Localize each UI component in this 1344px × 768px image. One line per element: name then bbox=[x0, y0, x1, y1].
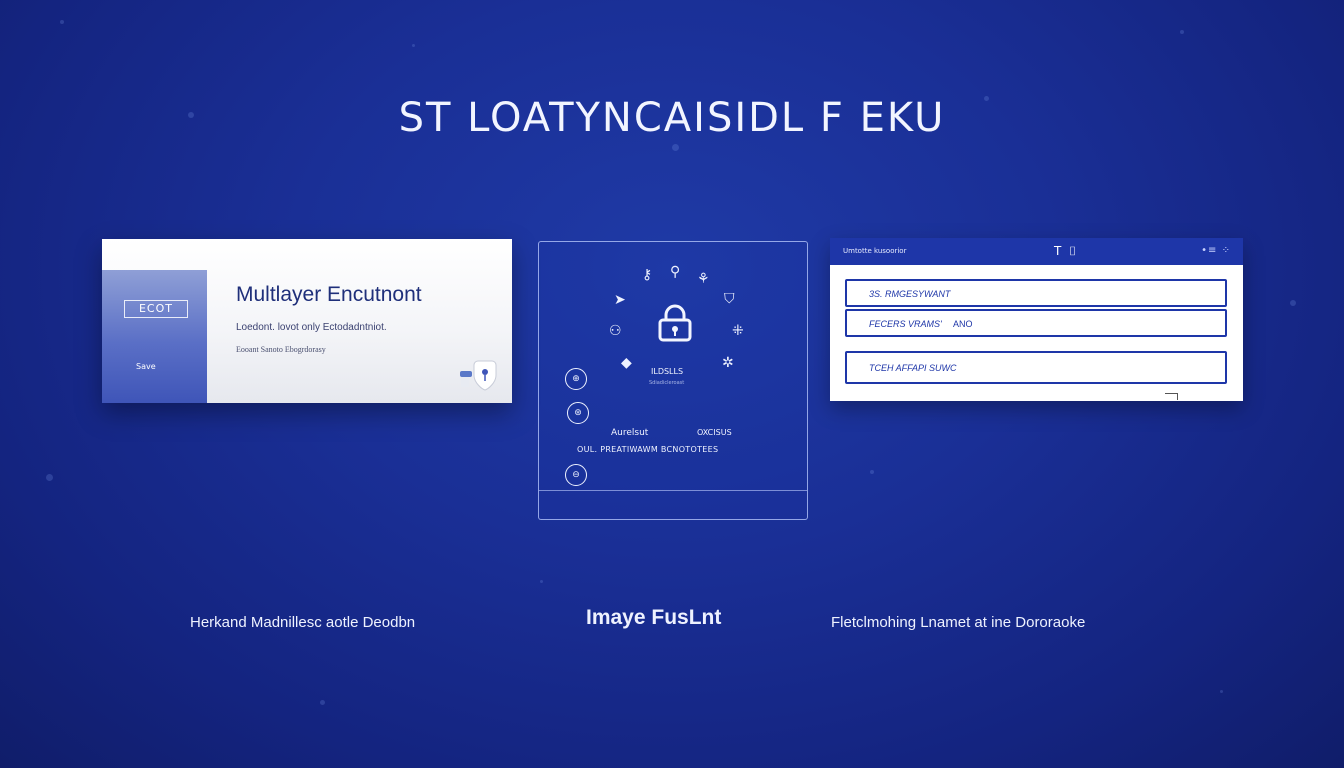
background-speck bbox=[1180, 30, 1184, 34]
pin-icon: ➤ bbox=[614, 292, 626, 308]
background-speck bbox=[412, 44, 415, 47]
card-subdescription: Eooant Sanoto Ebogrdorasy bbox=[236, 345, 326, 354]
background-speck bbox=[540, 580, 543, 583]
form-card[interactable]: Umtotte kusoorior T ⌷ •≡ ⁘ 3S. RMGESYWAN… bbox=[830, 238, 1243, 401]
shield-pin-icon bbox=[460, 360, 497, 391]
card-description: Loedont. lovot only Ectodadntniot. bbox=[236, 322, 387, 333]
field-suffix: ANO bbox=[953, 319, 973, 329]
form-field[interactable]: TCEH AFFAPI SUWC bbox=[845, 351, 1227, 384]
globe-icon: ⊖ bbox=[565, 464, 587, 486]
card-logo: ECOT bbox=[124, 300, 188, 318]
diagram-label: OXCISUS bbox=[697, 428, 732, 437]
encryption-card[interactable]: ECOT Save Multlayer Encutnont Loedont. l… bbox=[102, 239, 512, 403]
background-speck bbox=[1290, 300, 1296, 306]
save-link[interactable]: Save bbox=[136, 362, 156, 371]
globe-icon: ⊕ bbox=[565, 368, 587, 390]
security-diagram-card[interactable]: ⚷ ⚲ ⚘ ➤ ⛉ ⚇ ⁜ ◆ ✲ ILDSLLS Sdiadicleroast… bbox=[538, 241, 808, 520]
field-value: FECERS VRAMS' bbox=[869, 319, 942, 329]
field-value: TCEH AFFAPI SUWC bbox=[869, 363, 957, 373]
globe-icon: ⊛ bbox=[567, 402, 589, 424]
lock-sublabel: Sdiadicleroast bbox=[649, 380, 685, 386]
caption-center: Imaye FusLnt bbox=[586, 606, 722, 629]
menu-icon[interactable]: •≡ ⁘ bbox=[1201, 245, 1231, 256]
background-speck bbox=[870, 470, 874, 474]
user-icon: ⚘ bbox=[697, 271, 710, 287]
form-header: Umtotte kusoorior T ⌷ •≡ ⁘ bbox=[830, 238, 1243, 265]
form-field[interactable]: 3S. RMGESYWANT bbox=[845, 279, 1227, 307]
users-icon: ⁜ bbox=[732, 323, 744, 339]
background-speck bbox=[320, 700, 325, 705]
lock-icon bbox=[658, 304, 692, 342]
card-side-panel: ECOT Save bbox=[102, 270, 207, 403]
background-speck bbox=[672, 144, 679, 151]
background-speck bbox=[60, 20, 64, 24]
page-title: ST LOATYNCAISIDL F EKU bbox=[398, 94, 946, 141]
window-icons[interactable]: T ⌷ bbox=[1054, 244, 1078, 259]
field-value: 3S. RMGESYWANT bbox=[869, 289, 951, 299]
background-speck bbox=[1220, 690, 1223, 693]
diagram-label: Aurelsut bbox=[611, 428, 649, 438]
asterisk-icon: ✲ bbox=[722, 355, 734, 371]
background-speck bbox=[46, 474, 53, 481]
diagram-caption: OUL. PREATIWAWM BCNOTOTEES bbox=[577, 445, 719, 454]
shield-icon: ⛉ bbox=[724, 291, 735, 307]
key-icon: ⚲ bbox=[670, 264, 681, 280]
pin-icon: ◆ bbox=[621, 355, 632, 371]
form-field[interactable]: FECERS VRAMS' ANO bbox=[845, 309, 1227, 337]
key-icon: ⚷ bbox=[642, 267, 653, 283]
form-header-title: Umtotte kusoorior bbox=[843, 247, 907, 255]
resize-handle[interactable] bbox=[1165, 393, 1178, 400]
card-title: Multlayer Encutnont bbox=[236, 283, 422, 306]
lock-label: ILDSLLS bbox=[651, 367, 684, 376]
users-icon: ⚇ bbox=[609, 323, 622, 339]
caption-left: Herkand Madnillesc aotle Deodbn bbox=[190, 614, 416, 631]
divider bbox=[539, 490, 807, 491]
caption-right: Fletclmohing Lnamet at ine Dororaoke bbox=[831, 614, 1086, 631]
